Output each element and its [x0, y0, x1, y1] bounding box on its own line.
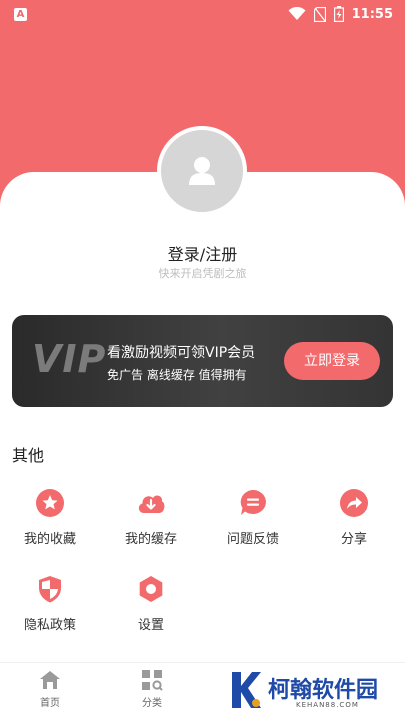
no-sim-icon — [313, 6, 326, 22]
status-bar: A 11:55 — [0, 0, 405, 30]
share-label: 分享 — [340, 532, 367, 547]
watermark-logo-icon — [232, 672, 261, 708]
watermark-text: 柯翰软件园 — [268, 678, 379, 703]
home-icon — [40, 671, 60, 689]
login-subtitle: 快来开启凭剧之旅 — [158, 267, 247, 280]
share-icon — [340, 489, 368, 517]
star-icon — [36, 489, 64, 517]
feedback-label: 问题反馈 — [226, 532, 279, 547]
category-icon — [142, 670, 163, 691]
privacy-policy-label: 隐私政策 — [23, 618, 76, 633]
vip-headline: 看激励视频可领VIP会员 — [107, 345, 256, 361]
cloud-download-icon — [138, 495, 165, 513]
favorites-label: 我的收藏 — [23, 532, 76, 547]
status-time: 11:55 — [351, 6, 393, 22]
privacy-policy-item[interactable]: 隐私政策 — [0, 574, 100, 644]
avatar[interactable] — [157, 126, 247, 216]
feedback-item[interactable]: 问题反馈 — [203, 488, 303, 558]
watermark: 柯翰软件园 KEHAN88.COM — [228, 668, 398, 714]
vip-logo: VIP — [32, 337, 107, 381]
other-section-title: 其他 — [12, 446, 45, 465]
tab-home[interactable]: 首页 — [20, 669, 80, 709]
favorites-item[interactable]: 我的收藏 — [0, 488, 100, 558]
settings-item[interactable]: 设置 — [101, 574, 201, 644]
tab-home-label: 首页 — [40, 698, 60, 709]
login-register-link[interactable]: 登录/注册 — [0, 241, 405, 265]
tab-category[interactable]: 分类 — [122, 669, 182, 709]
cache-item[interactable]: 我的缓存 — [101, 488, 201, 558]
tab-category-label: 分类 — [142, 698, 162, 709]
settings-label: 设置 — [137, 618, 164, 633]
watermark-subtext: KEHAN88.COM — [296, 701, 359, 709]
user-icon — [189, 157, 215, 185]
settings-icon — [139, 576, 163, 602]
vip-banner[interactable]: VIP 看激励视频可领VIP会员 免广告 离线缓存 值得拥有 立即登录 — [12, 315, 393, 407]
battery-charging-icon — [333, 6, 344, 22]
share-item[interactable]: 分享 — [304, 488, 404, 558]
feedback-icon — [240, 490, 266, 515]
shield-icon — [39, 576, 61, 603]
wifi-icon — [288, 7, 306, 20]
app-notification-icon: A — [14, 8, 27, 21]
vip-benefits: 免广告 离线缓存 值得拥有 — [107, 368, 247, 382]
cache-label: 我的缓存 — [124, 532, 177, 547]
login-now-button[interactable]: 立即登录 — [284, 342, 380, 380]
